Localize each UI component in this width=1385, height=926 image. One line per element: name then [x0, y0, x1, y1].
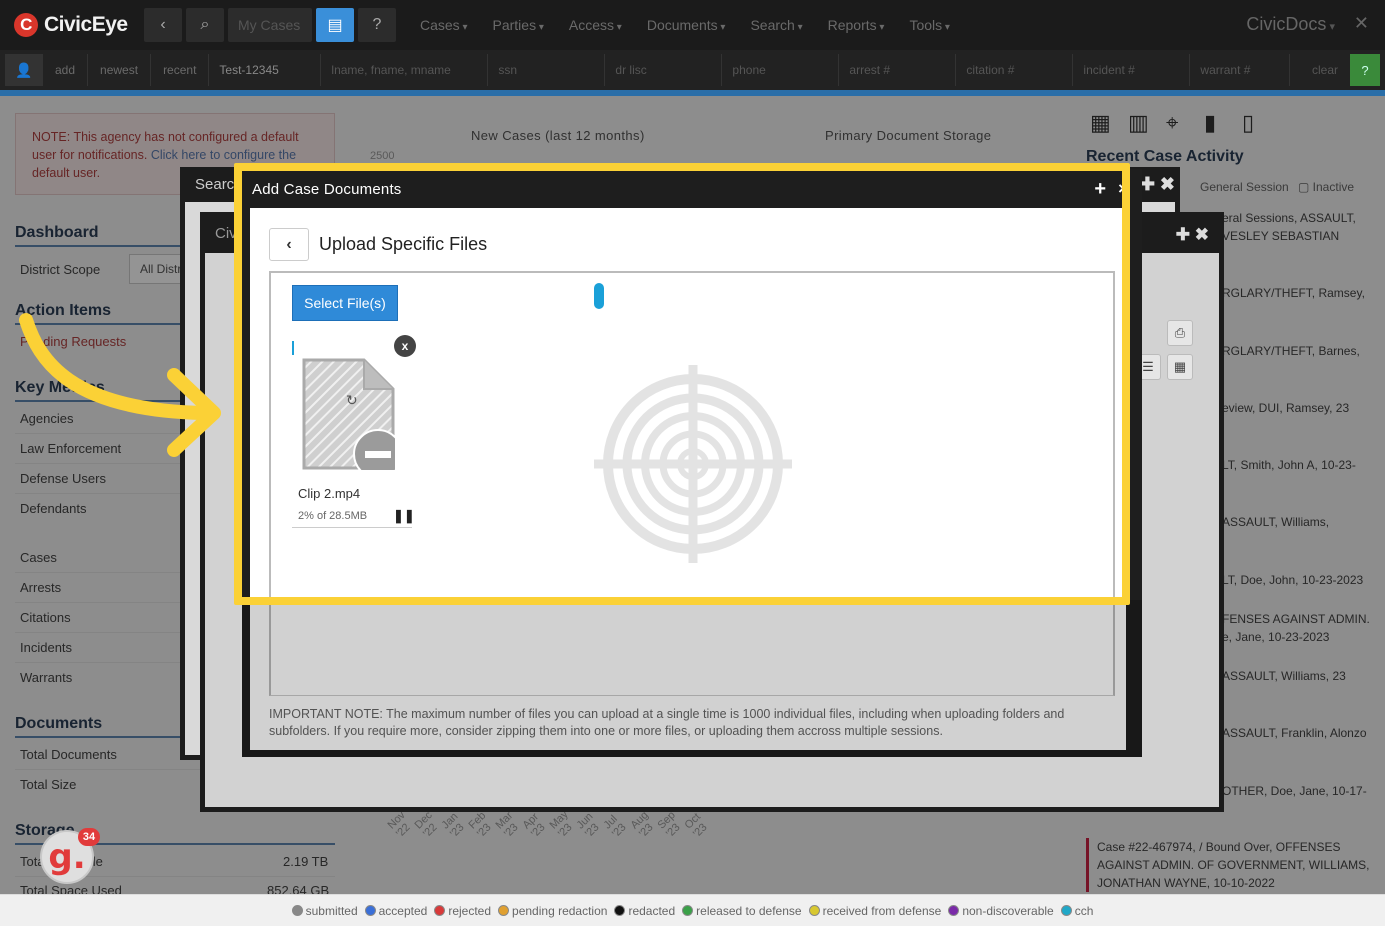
legend-item: non-discoverable: [948, 904, 1054, 918]
my-cases-input[interactable]: My Cases: [228, 8, 312, 42]
close-icon[interactable]: ✕: [1354, 13, 1369, 34]
main-menu: Cases Parties Access Documents Search Re…: [420, 17, 975, 33]
ssn-field[interactable]: ssn: [488, 54, 606, 86]
civiceye-logo-icon: C: [14, 13, 38, 37]
notification-count-badge: 34: [78, 828, 100, 846]
name-field[interactable]: lname, fname, mname: [321, 54, 489, 86]
incident-field[interactable]: incident #: [1073, 54, 1191, 86]
user-icon[interactable]: 👤: [5, 54, 43, 86]
clear-link[interactable]: clear: [1312, 63, 1338, 77]
pointer-arrow-icon: [19, 313, 221, 457]
quick-search-bar: 👤 add newest recent Test-12345 lname, fn…: [0, 50, 1385, 90]
menu-documents[interactable]: Documents: [647, 17, 726, 33]
print-icon[interactable]: ⎙: [1167, 320, 1193, 346]
legend-item: redacted: [614, 904, 675, 918]
legend-item: released to defense: [682, 904, 802, 918]
search-newest-link[interactable]: newest: [88, 54, 152, 86]
menu-reports[interactable]: Reports: [828, 17, 885, 33]
legend-item: accepted: [364, 904, 427, 918]
menu-parties[interactable]: Parties: [493, 17, 544, 33]
top-navbar: C CivicEye ‹ ⌕ My Cases ▤ ? Cases Partie…: [0, 0, 1385, 50]
citation-field[interactable]: citation #: [956, 54, 1074, 86]
legend-item: submitted: [291, 904, 358, 918]
legend-item: cch: [1060, 904, 1093, 918]
brand[interactable]: C CivicEye: [0, 13, 144, 37]
window-controls[interactable]: ✚ ✖: [1140, 174, 1175, 195]
modal-lower-shade: [242, 600, 1142, 757]
window-controls[interactable]: ✚ ✖: [1176, 225, 1209, 245]
phone-field[interactable]: phone: [722, 54, 840, 86]
menu-search[interactable]: Search: [750, 17, 802, 33]
dr-lisc-field[interactable]: dr lisc: [605, 54, 723, 86]
legend-item: rejected: [434, 904, 491, 918]
menu-tools[interactable]: Tools: [909, 17, 950, 33]
brand-name: CivicEye: [44, 13, 128, 36]
civicdocs-menu[interactable]: CivicDocs: [1246, 14, 1335, 35]
legend-item: pending redaction: [498, 904, 607, 918]
menu-access[interactable]: Access: [569, 17, 622, 33]
warrant-field[interactable]: warrant #: [1190, 54, 1291, 86]
chevron-left-icon: ‹: [160, 16, 166, 33]
case-number-field[interactable]: Test-12345: [209, 54, 322, 86]
search-icon: ⌕: [200, 16, 210, 33]
search-add-link[interactable]: add: [43, 54, 89, 86]
legend-item: received from defense: [808, 904, 941, 918]
search-button[interactable]: ⌕: [186, 8, 224, 42]
grid-view-icon[interactable]: ▦: [1167, 354, 1193, 380]
menu-cases[interactable]: Cases: [420, 17, 468, 33]
search-recent-link[interactable]: recent: [151, 54, 210, 86]
list-icon: ▤: [327, 17, 343, 34]
question-icon: ?: [372, 16, 382, 33]
back-button[interactable]: ‹: [144, 8, 182, 42]
help-button[interactable]: ?: [358, 8, 396, 42]
highlight-box: [234, 163, 1130, 605]
arrest-field[interactable]: arrest #: [839, 54, 957, 86]
cases-list-button[interactable]: ▤: [316, 8, 354, 42]
status-legend: submitted accepted rejected pending reda…: [0, 894, 1385, 926]
search-help-button[interactable]: ?: [1350, 54, 1380, 86]
